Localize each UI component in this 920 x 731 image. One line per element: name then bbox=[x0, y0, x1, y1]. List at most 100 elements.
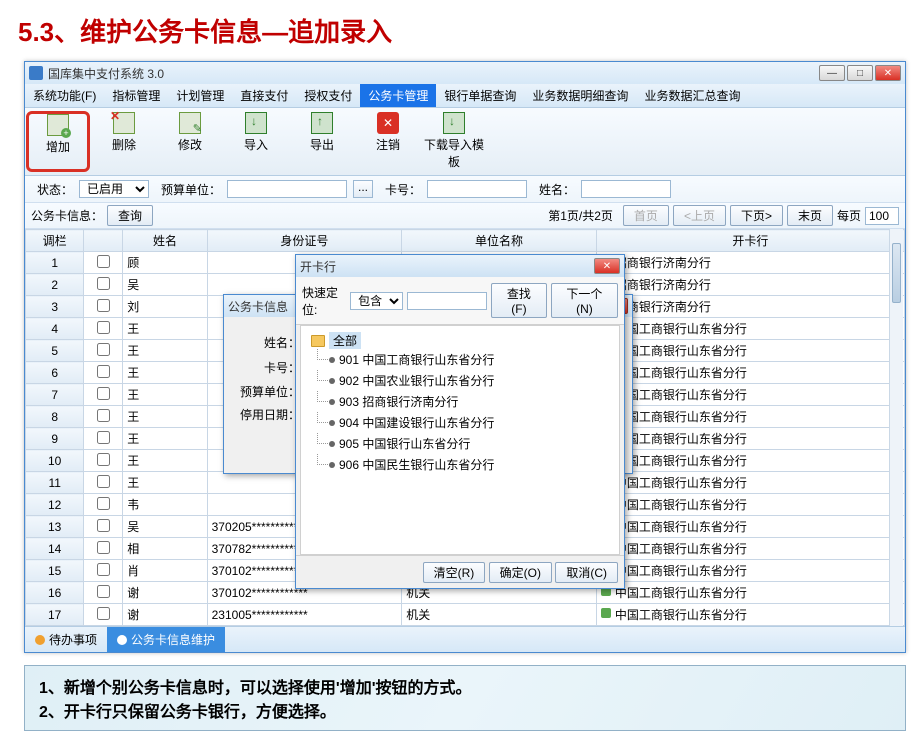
tree-node[interactable]: 905 中国银行山东省分行 bbox=[329, 433, 609, 454]
table-row[interactable]: 17谢231005************机关中国工商银行山东省分行 bbox=[26, 604, 905, 626]
locate-input[interactable] bbox=[407, 292, 487, 310]
tree-root[interactable]: 全部 bbox=[329, 332, 361, 349]
unit-input[interactable] bbox=[227, 180, 347, 198]
cell[interactable] bbox=[84, 560, 123, 582]
prev-page-button[interactable]: <上页 bbox=[673, 205, 726, 226]
row-checkbox[interactable] bbox=[97, 321, 110, 334]
column-header[interactable]: 姓名 bbox=[123, 230, 207, 252]
cell[interactable] bbox=[84, 406, 123, 428]
bank-picker-close-button[interactable]: ✕ bbox=[594, 258, 620, 274]
row-checkbox[interactable] bbox=[97, 387, 110, 400]
cell[interactable] bbox=[84, 604, 123, 626]
footer-tabs: 待办事项公务卡信息维护 bbox=[25, 626, 905, 652]
cell: 吴 bbox=[123, 274, 207, 296]
column-header[interactable]: 身份证号 bbox=[207, 230, 402, 252]
toolbar-import-button[interactable]: 导入 bbox=[223, 110, 289, 173]
last-page-button[interactable]: 末页 bbox=[787, 205, 833, 226]
first-page-button[interactable]: 首页 bbox=[623, 205, 669, 226]
row-checkbox[interactable] bbox=[97, 255, 110, 268]
menu-item[interactable]: 系统功能(F) bbox=[25, 84, 104, 107]
cell: 中国工商银行山东省分行 bbox=[596, 516, 904, 538]
cell[interactable] bbox=[84, 296, 123, 318]
bank-tree[interactable]: 全部 901 中国工商银行山东省分行 902 中国农业银行山东省分行 903 招商银… bbox=[300, 325, 620, 555]
tab-label: 待办事项 bbox=[49, 631, 97, 648]
status-select[interactable]: 已启用 bbox=[79, 180, 149, 198]
match-mode-select[interactable]: 包含 bbox=[350, 292, 403, 310]
toolbar-cancel-button[interactable]: 注销 bbox=[355, 110, 421, 173]
per-page-input[interactable] bbox=[865, 207, 899, 225]
menu-item[interactable]: 计划管理 bbox=[168, 84, 232, 107]
cell[interactable] bbox=[84, 472, 123, 494]
find-button[interactable]: 查找(F) bbox=[491, 283, 547, 318]
cell[interactable] bbox=[84, 450, 123, 472]
node-label: 903 招商银行济南分行 bbox=[339, 393, 458, 410]
row-checkbox[interactable] bbox=[97, 365, 110, 378]
tree-node[interactable]: 902 中国农业银行山东省分行 bbox=[329, 370, 609, 391]
column-header[interactable]: 调栏 bbox=[26, 230, 84, 252]
cancel-button[interactable]: 取消(C) bbox=[555, 562, 618, 583]
footer-tab[interactable]: 公务卡信息维护 bbox=[107, 627, 225, 652]
query-button[interactable]: 查询 bbox=[107, 205, 153, 226]
next-match-button[interactable]: 下一个(N) bbox=[551, 283, 618, 318]
toolbar-edit-button[interactable]: 修改 bbox=[157, 110, 223, 173]
row-checkbox[interactable] bbox=[97, 475, 110, 488]
menu-item[interactable]: 业务数据汇总查询 bbox=[636, 84, 748, 107]
row-checkbox[interactable] bbox=[97, 409, 110, 422]
tree-node[interactable]: 901 中国工商银行山东省分行 bbox=[329, 349, 609, 370]
row-checkbox[interactable] bbox=[97, 541, 110, 554]
cell: 王 bbox=[123, 318, 207, 340]
toolbar-add-button[interactable]: 增加 bbox=[26, 111, 90, 172]
next-page-button[interactable]: 下页> bbox=[730, 205, 783, 226]
card-input[interactable] bbox=[427, 180, 527, 198]
menu-item[interactable]: 业务数据明细查询 bbox=[524, 84, 636, 107]
column-header[interactable] bbox=[84, 230, 123, 252]
cell[interactable] bbox=[84, 538, 123, 560]
cell[interactable] bbox=[84, 274, 123, 296]
toolbar-export-button[interactable]: 导出 bbox=[289, 110, 355, 173]
unit-picker[interactable]: ... bbox=[353, 180, 373, 198]
column-header[interactable]: 单位名称 bbox=[402, 230, 597, 252]
cell[interactable] bbox=[84, 516, 123, 538]
ok-button[interactable]: 确定(O) bbox=[489, 562, 552, 583]
row-checkbox[interactable] bbox=[97, 497, 110, 510]
minimize-button[interactable]: — bbox=[819, 65, 845, 81]
cell[interactable] bbox=[84, 428, 123, 450]
row-checkbox[interactable] bbox=[97, 299, 110, 312]
column-header[interactable]: 开卡行 bbox=[596, 230, 904, 252]
menu-item[interactable]: 公务卡管理 bbox=[360, 84, 436, 107]
scroll-thumb[interactable] bbox=[892, 243, 901, 303]
menu-item[interactable]: 授权支付 bbox=[296, 84, 360, 107]
vertical-scrollbar[interactable] bbox=[889, 229, 903, 626]
cell[interactable] bbox=[84, 384, 123, 406]
row-checkbox[interactable] bbox=[97, 585, 110, 598]
tree-node[interactable]: 903 招商银行济南分行 bbox=[329, 391, 609, 412]
toolbar-del-button[interactable]: 删除 bbox=[91, 110, 157, 173]
menu-item[interactable]: 银行单据查询 bbox=[436, 84, 524, 107]
row-checkbox[interactable] bbox=[97, 563, 110, 576]
row-checkbox[interactable] bbox=[97, 453, 110, 466]
clear-button[interactable]: 清空(R) bbox=[423, 562, 486, 583]
row-checkbox[interactable] bbox=[97, 343, 110, 356]
name-input[interactable] bbox=[581, 180, 671, 198]
menu-item[interactable]: 指标管理 bbox=[104, 84, 168, 107]
row-checkbox[interactable] bbox=[97, 431, 110, 444]
cell[interactable] bbox=[84, 494, 123, 516]
close-button[interactable]: ✕ bbox=[875, 65, 901, 81]
tree-node[interactable]: 904 中国建设银行山东省分行 bbox=[329, 412, 609, 433]
cell[interactable] bbox=[84, 252, 123, 274]
cell[interactable] bbox=[84, 318, 123, 340]
menu-item[interactable]: 直接支付 bbox=[232, 84, 296, 107]
row-checkbox[interactable] bbox=[97, 607, 110, 620]
node-label: 901 中国工商银行山东省分行 bbox=[339, 351, 494, 368]
cell[interactable] bbox=[84, 340, 123, 362]
maximize-button[interactable]: □ bbox=[847, 65, 873, 81]
row-checkbox[interactable] bbox=[97, 519, 110, 532]
cell[interactable] bbox=[84, 362, 123, 384]
toolbar-template-button[interactable]: 下载导入模板 bbox=[421, 110, 487, 173]
cell: 相 bbox=[123, 538, 207, 560]
cell[interactable] bbox=[84, 582, 123, 604]
row-checkbox[interactable] bbox=[97, 277, 110, 290]
tree-node[interactable]: 906 中国民生银行山东省分行 bbox=[329, 454, 609, 475]
cell: 中国工商银行山东省分行 bbox=[596, 384, 904, 406]
footer-tab[interactable]: 待办事项 bbox=[25, 627, 107, 652]
